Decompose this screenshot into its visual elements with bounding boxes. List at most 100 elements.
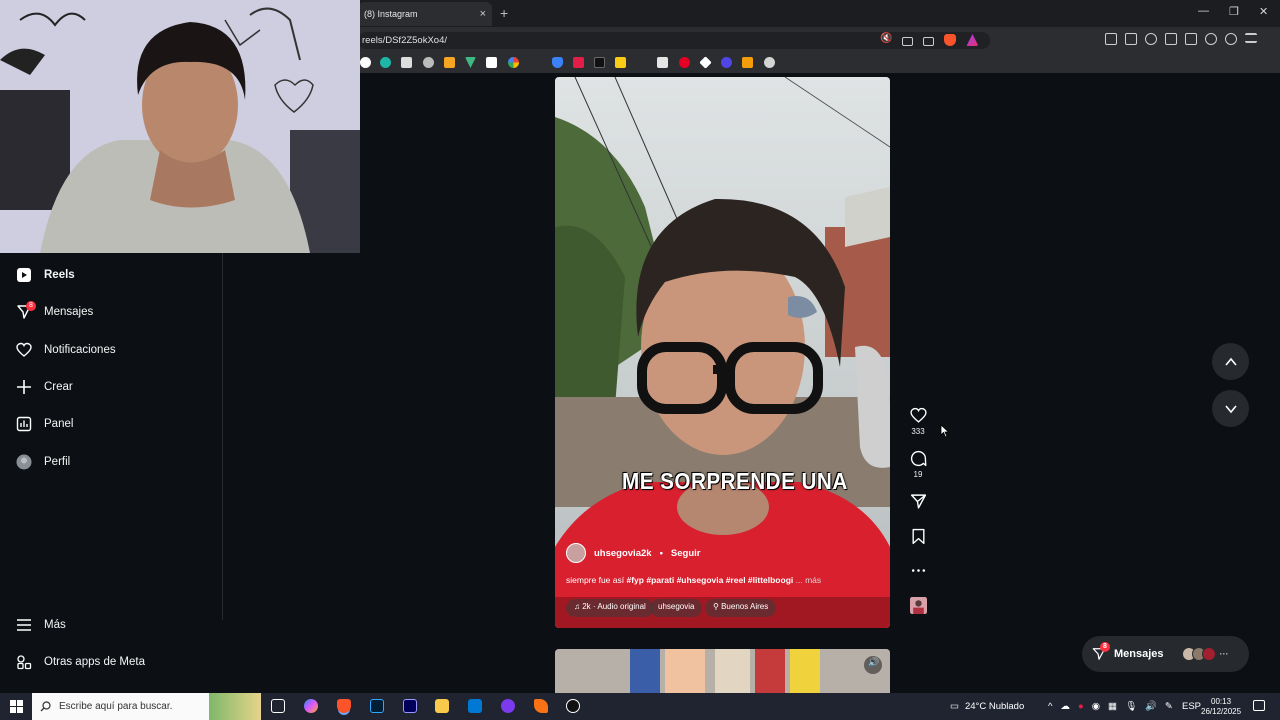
file-explorer-icon[interactable] (435, 699, 449, 713)
bookmark-icon[interactable] (573, 57, 584, 68)
comment-count: 19 (913, 470, 923, 479)
chevron-up-icon[interactable]: ^ (1048, 701, 1052, 712)
obs-icon[interactable] (501, 699, 515, 713)
store-icon[interactable] (468, 699, 482, 713)
description-hashtags[interactable]: #fyp #parati #uhsegovia #reel #littelboo… (627, 575, 794, 585)
menu-icon[interactable] (1245, 33, 1257, 43)
sidebar-item-reels[interactable]: Reels (16, 265, 75, 285)
sidebar-item-dashboard[interactable]: Panel (16, 414, 73, 434)
wallet-icon[interactable] (1185, 33, 1197, 45)
windows-start-icon[interactable] (10, 700, 23, 713)
notifications-icon[interactable] (1253, 700, 1265, 711)
tab-close-icon[interactable]: × (480, 8, 486, 20)
author-avatar[interactable] (566, 543, 586, 563)
language-text: ESP (1182, 701, 1202, 712)
mic-icon[interactable]: 🎙 (1125, 701, 1137, 712)
comment-button[interactable]: 19 (905, 450, 931, 479)
bookmark-icon[interactable] (423, 57, 434, 68)
location-label: Buenos Aires (721, 602, 769, 611)
bookmark-icon[interactable] (380, 57, 391, 68)
pen-icon[interactable]: ✎ (1165, 701, 1173, 712)
bookmark-icon[interactable] (721, 57, 732, 68)
share-icon[interactable] (923, 33, 935, 51)
pinterest-bookmark-icon[interactable] (679, 57, 690, 68)
minimize-icon[interactable]: — (1198, 5, 1209, 17)
leo-icon[interactable] (1205, 33, 1217, 45)
volume-icon[interactable]: 🔊 (868, 657, 879, 668)
share-button[interactable] (905, 493, 931, 513)
description-more-link[interactable]: ... más (796, 575, 822, 585)
recorder-icon[interactable] (566, 699, 580, 713)
steam-icon[interactable]: ◉ (1092, 701, 1100, 712)
messages-pill[interactable]: 8 Mensajes ··· (1082, 636, 1249, 672)
bookmark-icon[interactable] (764, 57, 775, 68)
tab-instagram[interactable]: (8) Instagram × (358, 2, 492, 26)
bookmark-icon[interactable] (552, 57, 563, 68)
weather-text: 24°C Nublado (964, 701, 1025, 712)
like-button[interactable]: 333 (905, 407, 931, 436)
search-highlight-image (209, 693, 261, 720)
media-icon[interactable] (1145, 33, 1157, 45)
bookmark-icon[interactable] (742, 57, 753, 68)
audio-chip[interactable]: ♫ 2k · Audio original (566, 599, 654, 617)
audio-user-chip[interactable]: uhsegovia (650, 599, 703, 617)
restore-icon[interactable]: ❐ (1229, 5, 1239, 18)
bookmark-icon[interactable] (699, 56, 712, 69)
volume-icon[interactable]: 🔊 (1145, 701, 1157, 712)
previous-reel-button[interactable] (1212, 343, 1249, 380)
sidebar-item-profile[interactable]: Perfil (16, 452, 70, 472)
google-bookmark-icon[interactable] (508, 57, 519, 68)
new-tab-button[interactable]: + (500, 6, 508, 20)
sidebar-item-messages[interactable]: 8 Mensajes (16, 301, 93, 322)
brave-taskbar-icon[interactable] (337, 699, 351, 713)
sidebar-item-notifications[interactable]: Notificaciones (16, 340, 116, 360)
bookmark-icon[interactable] (444, 57, 455, 68)
close-window-icon[interactable]: ✕ (1259, 5, 1268, 18)
vpn-icon[interactable] (1225, 33, 1237, 45)
sidebar-item-meta-apps[interactable]: Otras apps de Meta (16, 652, 145, 672)
sidebar-item-create[interactable]: Crear (16, 377, 73, 397)
mute-site-icon[interactable]: 🔇 (880, 33, 892, 51)
reels-icon (17, 268, 31, 282)
location-chip[interactable]: ⚲ Buenos Aires (705, 599, 777, 617)
bookmark-icon[interactable] (401, 57, 412, 68)
bookmark-icon[interactable] (360, 57, 371, 68)
more-options-button[interactable] (905, 562, 931, 582)
extensions-icon[interactable] (1105, 33, 1117, 45)
heart-icon (909, 407, 927, 423)
follow-button[interactable]: Seguir (671, 548, 701, 559)
bookmark-icon[interactable] (657, 57, 668, 68)
app-tray-icon[interactable]: ● (1078, 701, 1084, 712)
network-icon[interactable]: ▦ (1108, 701, 1117, 712)
separator-dot: • (659, 547, 663, 559)
task-view-icon[interactable] (271, 699, 285, 713)
bookmark-icon[interactable] (615, 57, 626, 68)
bookmark-icon[interactable] (486, 57, 497, 68)
screenshot-icon[interactable] (1125, 33, 1137, 45)
next-reel-button[interactable] (1212, 390, 1249, 427)
cloud-icon[interactable]: ☁ (1060, 701, 1070, 712)
like-count: 333 (911, 427, 925, 436)
sidebar-item-more[interactable]: Más (16, 615, 66, 635)
author-username[interactable]: uhsegovia2k (594, 548, 652, 559)
save-button[interactable] (905, 528, 931, 548)
language-indicator[interactable]: ESP (1182, 693, 1201, 720)
messages-badge: 8 (26, 301, 36, 311)
weather-widget[interactable]: ▭ 24°C Nublado (950, 693, 1024, 720)
audio-label: 2k · Audio original (582, 602, 646, 611)
brave-shield-icon[interactable] (944, 33, 957, 51)
premiere-icon[interactable] (403, 699, 417, 713)
taskbar-search[interactable]: Escribe aquí para buscar. (32, 693, 261, 720)
app-icon[interactable] (534, 699, 548, 713)
audio-thumbnail-button[interactable] (905, 597, 931, 617)
sidebar-toggle-icon[interactable] (1165, 33, 1177, 45)
brave-rewards-icon[interactable] (966, 33, 979, 51)
bookmark-icon[interactable] (465, 57, 476, 68)
next-reel-preview[interactable]: 🔊 (555, 649, 890, 693)
reel-video[interactable]: ME SORPRENDE UNA uhsegovia2k • Seguir si… (555, 77, 890, 628)
photoshop-icon[interactable] (370, 699, 384, 713)
cast-icon[interactable] (902, 33, 914, 51)
clock[interactable]: 00:13 26/12/2025 (1201, 693, 1241, 720)
copilot-icon[interactable] (304, 699, 318, 713)
tiktok-bookmark-icon[interactable] (594, 57, 605, 68)
